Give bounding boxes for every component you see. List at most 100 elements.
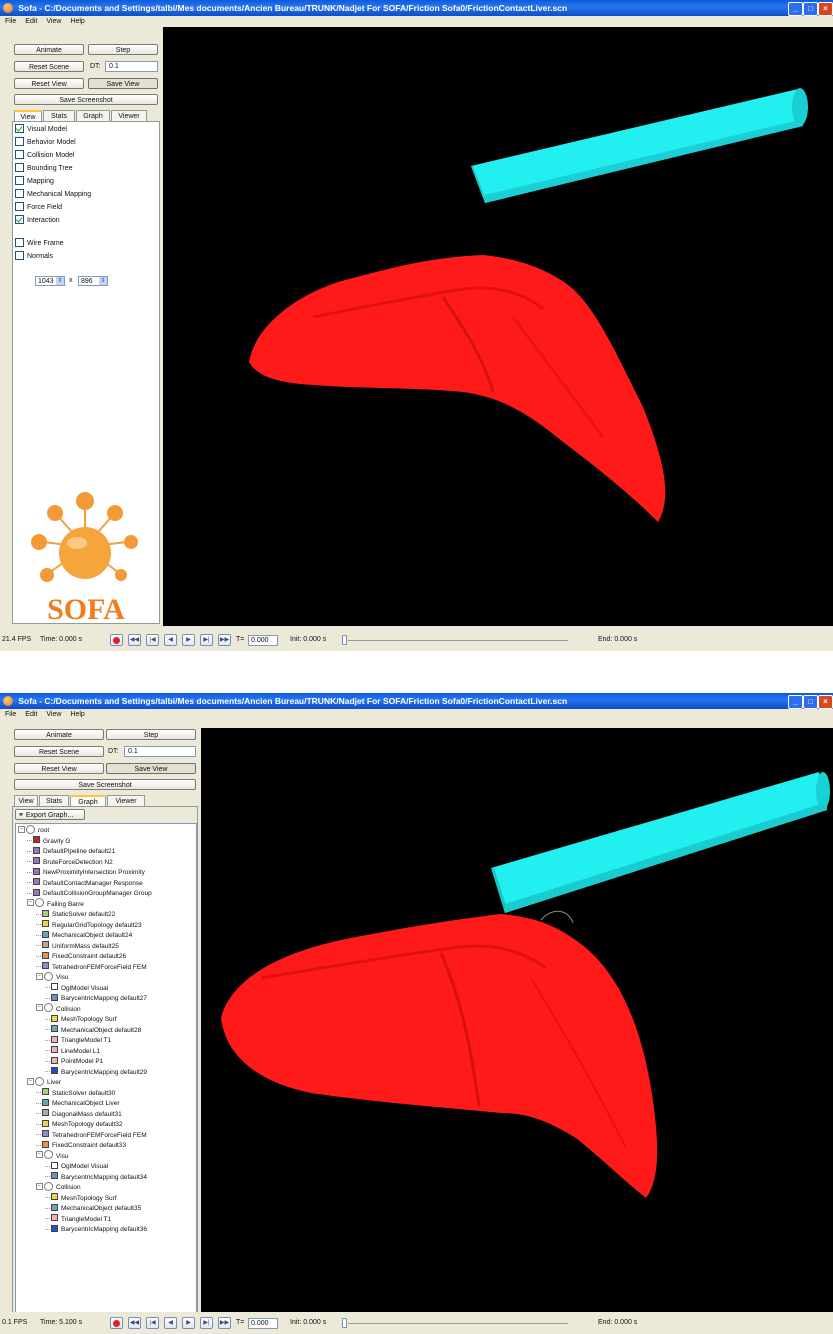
collapse-icon[interactable]: − xyxy=(36,972,43,980)
menu-help[interactable]: Help xyxy=(70,711,84,718)
collapse-icon[interactable]: − xyxy=(18,825,25,833)
fast-forward-icon[interactable]: ▶▶ xyxy=(218,1317,231,1329)
collapse-icon[interactable]: − xyxy=(27,1077,34,1085)
tree-component[interactable]: TetrahedronFEMForceField FEM xyxy=(36,1130,147,1141)
tree-component[interactable]: BarycentricMapping default36 xyxy=(45,1224,147,1235)
tree-component[interactable]: DefaultPipeline default21 xyxy=(27,846,115,857)
menu-help[interactable]: Help xyxy=(70,18,84,25)
tree-component[interactable]: FixedConstraint default26 xyxy=(36,951,126,962)
reset-view-button[interactable]: Reset View xyxy=(14,78,84,89)
tree-component[interactable]: StaticSolver default22 xyxy=(36,909,115,920)
spin-arrows-icon[interactable]: ⇕ xyxy=(99,277,107,285)
reset-scene-button[interactable]: Reset Scene xyxy=(14,61,84,72)
reset-scene-button[interactable]: Reset Scene xyxy=(14,746,104,757)
tree-component[interactable]: LineModel L1 xyxy=(45,1046,100,1057)
t-input[interactable]: 0.000 xyxy=(248,635,278,646)
maximize-icon[interactable]: □ xyxy=(803,2,818,16)
step-back-icon[interactable]: |◀ xyxy=(146,1317,159,1329)
previous-icon[interactable]: ◀ xyxy=(164,1317,177,1329)
record-button[interactable] xyxy=(110,1317,123,1329)
previous-icon[interactable]: ◀ xyxy=(164,634,177,646)
save-screenshot-button[interactable]: Save Screenshot xyxy=(14,94,158,105)
tree-component[interactable]: DefaultContactManager Response xyxy=(27,878,143,889)
timeline-slider-track[interactable] xyxy=(348,640,568,641)
tree-component[interactable]: BarycentricMapping default27 xyxy=(45,993,147,1004)
tree-component[interactable]: OglModel Visual xyxy=(45,983,108,994)
tree-component[interactable]: MechanicalObject default35 xyxy=(45,1203,141,1214)
title-bar[interactable]: Sofa - C:/Documents and Settings/talbi/M… xyxy=(0,693,833,709)
tree-node[interactable]: − Falling Barre xyxy=(27,898,84,910)
tab-stats[interactable]: Stats xyxy=(43,110,75,121)
fast-forward-icon[interactable]: ▶▶ xyxy=(218,634,231,646)
tab-stats[interactable]: Stats xyxy=(39,795,69,806)
collapse-icon[interactable]: − xyxy=(36,1182,43,1190)
3d-viewport[interactable] xyxy=(163,27,833,626)
maximize-icon[interactable]: □ xyxy=(803,695,818,709)
collapse-icon[interactable]: − xyxy=(27,899,34,907)
minimize-icon[interactable]: _ xyxy=(788,2,803,16)
tab-viewer[interactable]: Viewer xyxy=(111,110,147,121)
title-bar[interactable]: Sofa - C:/Documents and Settings/talbi/M… xyxy=(0,0,833,16)
menu-file[interactable]: File xyxy=(5,18,16,25)
tab-graph[interactable]: Graph xyxy=(76,110,110,121)
step-button[interactable]: Step xyxy=(88,44,158,55)
tree-node[interactable]: − Visu xyxy=(36,1150,69,1162)
tree-component[interactable]: RegularGridTopology default23 xyxy=(36,920,142,931)
rewind-icon[interactable]: ◀◀ xyxy=(128,634,141,646)
save-view-button[interactable]: Save View xyxy=(106,763,196,774)
height-spinbox[interactable]: 896 ⇕ xyxy=(78,276,108,286)
checkbox-interaction[interactable]: Interaction xyxy=(15,214,60,226)
close-icon[interactable]: × xyxy=(818,695,833,709)
tree-node[interactable]: − Collision xyxy=(36,1003,81,1015)
width-spinbox[interactable]: 1043 ⇕ xyxy=(35,276,65,286)
t-input[interactable]: 0.000 xyxy=(248,1318,278,1329)
checkbox-force-field[interactable]: Force Field xyxy=(15,201,62,213)
step-button[interactable]: Step xyxy=(106,729,196,740)
timeline-slider-track[interactable] xyxy=(348,1323,568,1324)
checkbox-collision-model[interactable]: Collision Model xyxy=(15,149,74,161)
step-forward-icon[interactable]: ▶| xyxy=(200,1317,213,1329)
step-forward-icon[interactable]: ▶| xyxy=(200,634,213,646)
tree-component[interactable]: NewProximityIntersection Proximity xyxy=(27,867,145,878)
tree-component[interactable]: TriangleModel T1 xyxy=(45,1035,111,1046)
tree-component[interactable]: MeshTopology Surf xyxy=(45,1014,117,1025)
3d-viewport[interactable] xyxy=(201,728,833,1312)
checkbox-bounding-tree[interactable]: Bounding Tree xyxy=(15,162,73,174)
tree-node[interactable]: − Visu xyxy=(36,971,69,983)
checkbox-mapping[interactable]: Mapping xyxy=(15,175,54,187)
checkbox-wire-frame[interactable]: Wire Frame xyxy=(15,237,64,249)
tree-component[interactable]: BarycentricMapping default29 xyxy=(45,1067,147,1078)
animate-button[interactable]: Animate xyxy=(14,44,84,55)
menu-file[interactable]: File xyxy=(5,711,16,718)
collapse-icon[interactable]: − xyxy=(36,1151,43,1159)
dt-input[interactable]: 0.1 xyxy=(124,746,196,757)
tab-view[interactable]: View xyxy=(14,795,38,806)
tree-component[interactable]: UniformMass default25 xyxy=(36,941,119,952)
dt-input[interactable]: 0.1 xyxy=(105,61,158,72)
timeline-slider-handle[interactable] xyxy=(342,1318,347,1328)
tab-viewer[interactable]: Viewer xyxy=(107,795,145,806)
checkbox-visual-model[interactable]: Visual Model xyxy=(15,123,67,135)
save-screenshot-button[interactable]: Save Screenshot xyxy=(14,779,196,790)
save-view-button[interactable]: Save View xyxy=(88,78,158,89)
close-icon[interactable]: × xyxy=(818,2,833,16)
checkbox-behavior-model[interactable]: Behavior Model xyxy=(15,136,76,148)
menu-edit[interactable]: Edit xyxy=(25,18,37,25)
record-button[interactable] xyxy=(110,634,123,646)
menu-edit[interactable]: Edit xyxy=(25,711,37,718)
tree-component[interactable]: TetrahedronFEMForceField FEM xyxy=(36,962,147,973)
tree-component[interactable]: TriangleModel T1 xyxy=(45,1214,111,1225)
collapse-icon[interactable]: − xyxy=(36,1004,43,1012)
menu-view[interactable]: View xyxy=(46,18,61,25)
step-back-icon[interactable]: |◀ xyxy=(146,634,159,646)
tree-component[interactable]: MeshTopology Surf xyxy=(45,1193,117,1204)
reset-view-button[interactable]: Reset View xyxy=(14,763,104,774)
tree-component[interactable]: DefaultCollisionGroupManager Group xyxy=(27,888,152,899)
checkbox-mechanical-mapping[interactable]: Mechanical Mapping xyxy=(15,188,91,200)
export-graph-button[interactable]: ⚭ Export Graph... xyxy=(15,809,85,820)
tree-component[interactable]: PointModel P1 xyxy=(45,1056,103,1067)
tree-node[interactable]: − Collision xyxy=(36,1181,81,1193)
tree-component[interactable]: BarycentricMapping default34 xyxy=(45,1172,147,1183)
play-icon[interactable]: ▶ xyxy=(182,634,195,646)
animate-button[interactable]: Animate xyxy=(14,729,104,740)
